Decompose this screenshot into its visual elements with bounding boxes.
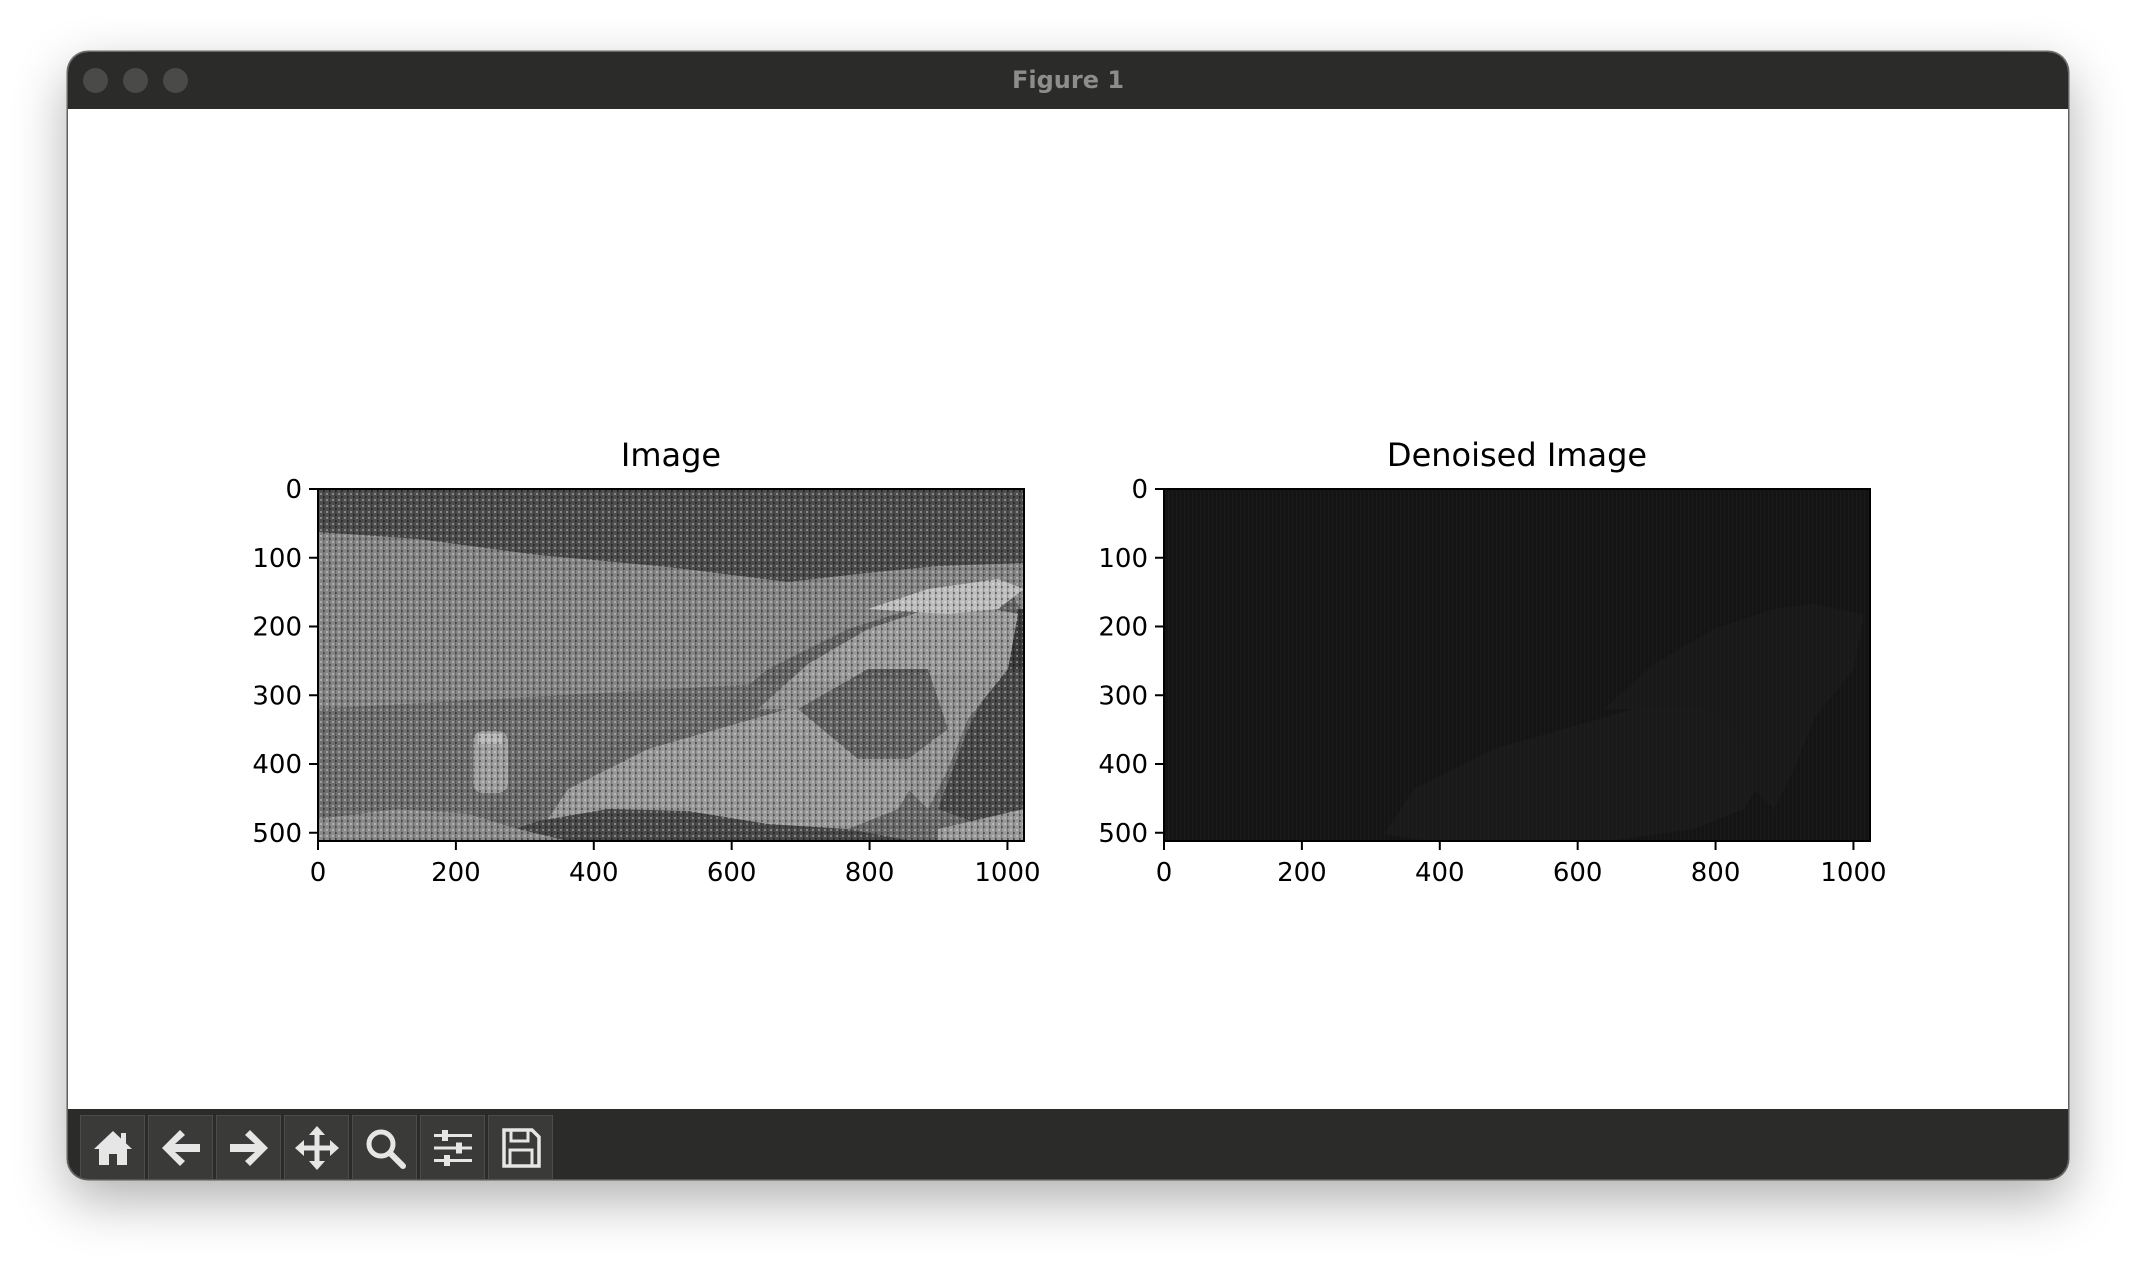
y-tick-label: 100 (252, 544, 302, 574)
home-button[interactable] (80, 1115, 145, 1179)
image-panel-left (318, 489, 1024, 841)
arrow-right-icon (229, 1129, 268, 1166)
y-tick-label: 200 (252, 613, 302, 643)
y-tick-label: 100 (1098, 544, 1148, 574)
figure-window: Figure 1 Image Denoised Image 0 200 400 … (68, 52, 2068, 1179)
x-tick-label: 800 (845, 858, 895, 888)
floppy-disk-icon (501, 1127, 541, 1168)
y-tick-label: 500 (1098, 819, 1148, 849)
move-icon (294, 1125, 339, 1170)
y-tick-label: 0 (285, 475, 302, 505)
sliders-icon (433, 1129, 472, 1166)
y-tick-label: 400 (1098, 750, 1148, 780)
save-button[interactable] (488, 1115, 553, 1179)
back-button[interactable] (148, 1115, 213, 1179)
navigation-toolbar (68, 1109, 2068, 1179)
x-tick-label: 600 (707, 858, 757, 888)
title-bar: Figure 1 (68, 52, 2068, 110)
configure-subplots-button[interactable] (420, 1115, 485, 1179)
y-tick-label: 0 (1131, 475, 1148, 505)
x-tick-label: 0 (310, 858, 327, 888)
x-tick-label: 400 (1415, 858, 1465, 888)
forward-button[interactable] (216, 1115, 281, 1179)
y-tick-label: 300 (252, 681, 302, 711)
y-tick-label: 400 (252, 750, 302, 780)
arrow-left-icon (161, 1129, 200, 1166)
window-title: Figure 1 (1011, 66, 1125, 94)
y-tick-label: 200 (1098, 613, 1148, 643)
zoom-button[interactable] (352, 1115, 417, 1179)
x-tick-label: 1000 (1820, 858, 1886, 888)
x-tick-label: 800 (1691, 858, 1741, 888)
subplot-title-right: Denoised Image (1387, 436, 1647, 474)
y-tick-label: 500 (252, 819, 302, 849)
x-tick-label: 0 (1156, 858, 1173, 888)
figure-canvas[interactable]: Image Denoised Image 0 200 400 600 800 1000 0 1… (68, 109, 2068, 1107)
subplot-title-left: Image (621, 436, 721, 474)
x-tick-label: 600 (1553, 858, 1603, 888)
image-panel-right (1164, 489, 1870, 841)
x-tick-label: 200 (1277, 858, 1327, 888)
x-tick-label: 1000 (974, 858, 1040, 888)
y-tick-label: 300 (1098, 681, 1148, 711)
pan-button[interactable] (284, 1115, 349, 1179)
home-icon (93, 1130, 132, 1165)
x-tick-label: 400 (569, 858, 619, 888)
magnifier-icon (366, 1129, 406, 1169)
x-tick-label: 200 (431, 858, 481, 888)
figure-svg: Image Denoised Image 0 200 400 600 800 100001… (252, 436, 1886, 888)
